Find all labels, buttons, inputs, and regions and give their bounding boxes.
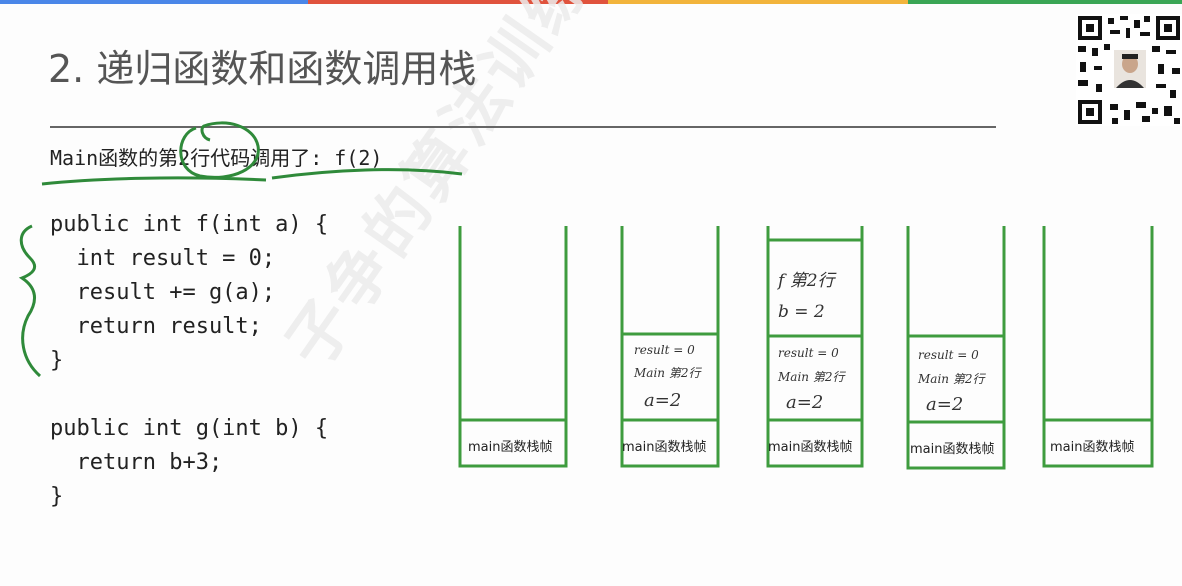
- frame-return-text: Main 第2行: [918, 372, 985, 386]
- main-frame-label: main函数栈帧: [1050, 440, 1135, 455]
- code-line: public int g(int b) {: [50, 416, 329, 441]
- title-divider: [50, 126, 996, 128]
- call-stack-2: result = 0 Main 第2行 a=2 main函数栈帧: [620, 226, 720, 468]
- frame-param-text: a=2: [926, 394, 964, 415]
- call-stack-4: result = 0 Main 第2行 a=2 main函数栈帧: [906, 226, 1006, 470]
- frame-result-text: result = 0: [918, 348, 979, 362]
- top-frame-param-text: b = 2: [778, 302, 825, 322]
- code-line: public int f(int a) {: [50, 212, 329, 237]
- code-line: return b+3;: [50, 450, 223, 475]
- code-block: public int f(int a) { int result = 0; re…: [50, 208, 328, 514]
- top-bar-green: [908, 0, 1182, 4]
- underline-annotation: [41, 176, 267, 186]
- frame-return-text: Main 第2行: [778, 370, 845, 384]
- code-line: result += g(a);: [50, 280, 276, 305]
- main-frame-label: main函数栈帧: [768, 440, 853, 455]
- code-line: int result = 0;: [50, 246, 276, 271]
- frame-result-text: result = 0: [634, 343, 695, 357]
- code-line: return result;: [50, 314, 262, 339]
- brace-annotation: [18, 224, 42, 378]
- main-frame-label: main函数栈帧: [910, 442, 995, 457]
- code-line: }: [50, 484, 64, 509]
- top-color-bar: [0, 0, 1182, 4]
- call-stack-1: main函数栈帧: [458, 226, 568, 468]
- stack-outline: [458, 226, 568, 468]
- top-bar-red: [308, 0, 608, 4]
- stack-outline: [1042, 226, 1154, 468]
- call-stack-5: main函数栈帧: [1042, 226, 1154, 468]
- frame-param-text: a=2: [786, 392, 824, 413]
- frame-return-text: Main 第2行: [634, 366, 701, 380]
- top-bar-yellow: [608, 0, 908, 4]
- frame-result-text: result = 0: [778, 346, 839, 360]
- call-stack-3: f 第2行 b = 2 result = 0 Main 第2行 a=2 main…: [766, 226, 864, 468]
- code-line: }: [50, 348, 64, 373]
- subtitle-text: Main函数的第2行代码调用了: f(2): [50, 146, 383, 170]
- main-frame-label: main函数栈帧: [468, 440, 553, 455]
- main-frame-label: main函数栈帧: [622, 440, 707, 455]
- slide-title: 2. 递归函数和函数调用栈: [48, 47, 477, 91]
- top-bar-blue: [0, 0, 308, 4]
- qr-code-icon: [1076, 14, 1182, 126]
- frame-param-text: a=2: [644, 390, 682, 411]
- top-frame-return-text: f 第2行: [778, 271, 835, 291]
